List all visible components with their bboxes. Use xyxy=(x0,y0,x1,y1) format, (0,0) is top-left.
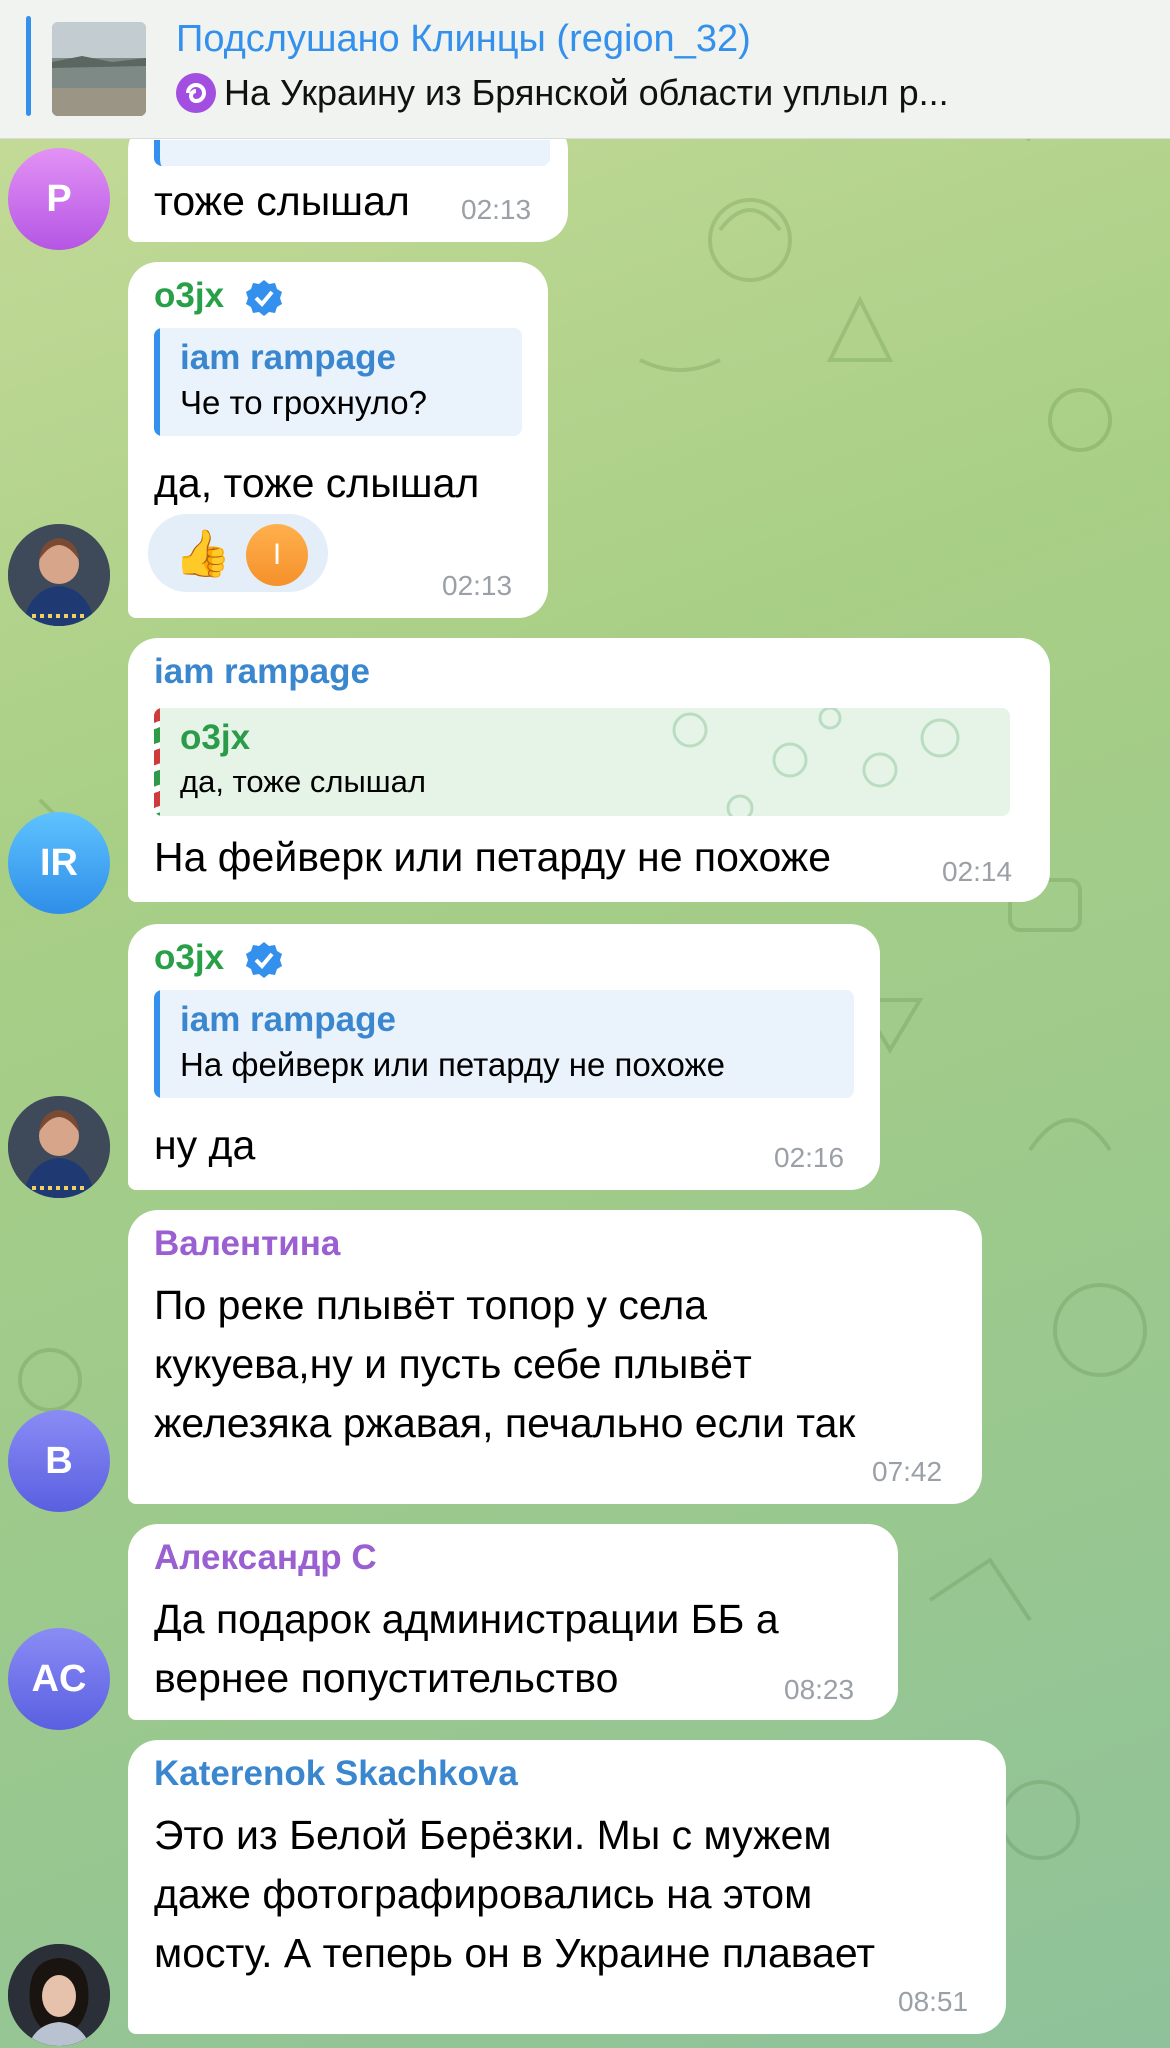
avatar[interactable]: B xyxy=(8,1410,110,1512)
reply-quote[interactable]: iam rampage На фейверк или петарду не по… xyxy=(154,990,854,1098)
message-time: 08:23 xyxy=(784,1674,855,1705)
pinned-thumbnail xyxy=(52,22,146,116)
message-bubble[interactable]: o3jx iam rampage На фейверк или петарду … xyxy=(128,924,880,1190)
message-line: Да подарок администрации ББ а xyxy=(154,1596,779,1642)
message-text: тоже слышал xyxy=(154,178,410,224)
avatar-initials: B xyxy=(45,1439,73,1482)
sender-name: Katerenok Skachkova xyxy=(154,1754,518,1793)
user-photo-icon xyxy=(8,1944,110,2046)
avatar[interactable]: P xyxy=(8,148,110,250)
reactions-bar[interactable]: 👍 I xyxy=(148,514,328,592)
message-line: даже фотографировались на этом xyxy=(154,1871,813,1917)
gas-mask-pattern-icon xyxy=(672,708,960,816)
avatar-initials: P xyxy=(46,177,72,220)
reactor-initial: I xyxy=(272,538,282,571)
reply-author: iam rampage xyxy=(180,338,396,377)
message-line: Это из Белой Берёзки. Мы с мужем xyxy=(154,1812,832,1858)
reply-text: На фейверк или петарду не похоже xyxy=(180,1046,725,1083)
message-line: кукуева,ну и пусть себе плывёт xyxy=(154,1341,752,1387)
avatar[interactable]: IR xyxy=(8,812,110,914)
message-text: По реке плывёт топор у села кукуева,ну и… xyxy=(154,1276,855,1453)
reactor-avatar[interactable]: I xyxy=(246,524,308,586)
sender-name-text: o3jx xyxy=(154,276,225,315)
channel-spiral-icon xyxy=(176,73,216,113)
thumbs-up-reaction-icon[interactable]: 👍 xyxy=(174,528,231,578)
pinned-channel-title: Подслушано Клинцы (region_32) xyxy=(176,18,751,60)
reply-quote[interactable]: iam rampage Че то грохнуло? xyxy=(154,328,522,436)
verified-badge-icon xyxy=(245,941,282,978)
reply-preview xyxy=(154,140,550,166)
message-time: 07:42 xyxy=(872,1456,943,1487)
message-bubble[interactable]: Валентина По реке плывёт топор у села ку… xyxy=(128,1210,982,1504)
sender-name: Валентина xyxy=(154,1224,341,1263)
message-text: Да подарок администрации ББ а вернее поп… xyxy=(154,1590,779,1708)
message-time: 08:51 xyxy=(898,1986,969,2017)
reply-quote[interactable]: o3jx да, тоже слышал xyxy=(154,708,1010,816)
avatar[interactable] xyxy=(8,1944,110,2046)
message-bubble[interactable]: iam rampage o3jx да, тоже слышал На фейв… xyxy=(128,638,1050,902)
message-line: мосту. А теперь он в Украине плавает xyxy=(154,1930,876,1976)
sender-name: o3jx xyxy=(154,276,284,318)
verified-badge-icon xyxy=(245,279,282,316)
message-line: По реке плывёт топор у села xyxy=(154,1282,708,1328)
message-bubble[interactable]: Александр С Да подарок администрации ББ … xyxy=(128,1524,898,1720)
message-line: железяка ржавая, печально если так xyxy=(154,1400,856,1446)
sender-name: Александр С xyxy=(154,1538,377,1577)
avatar[interactable] xyxy=(8,1096,110,1198)
user-photo-icon xyxy=(8,1096,110,1198)
message-time: 02:13 xyxy=(442,570,513,601)
sender-name-text: o3jx xyxy=(154,938,225,977)
message-time: 02:14 xyxy=(942,856,1013,887)
message-text: На фейверк или петарду не похоже xyxy=(154,834,832,880)
reply-text: да, тоже слышал xyxy=(180,764,426,799)
message-text: ну да xyxy=(154,1122,256,1168)
avatar-initials: AC xyxy=(31,1657,87,1700)
reply-text: Че то грохнуло? xyxy=(180,384,427,421)
avatar[interactable]: AC xyxy=(8,1628,110,1730)
avatar[interactable] xyxy=(8,524,110,626)
message-text: Это из Белой Берёзки. Мы с мужем даже фо… xyxy=(154,1806,875,1983)
pinned-indicator xyxy=(26,16,31,116)
message-bubble[interactable]: o3jx iam rampage Че то грохнуло? да, тож… xyxy=(128,262,548,618)
pinned-message-preview: На Украину из Брянской области уплыл р..… xyxy=(176,72,949,114)
message-bubble[interactable]: Katerenok Skachkova Это из Белой Берёзки… xyxy=(128,1740,1006,2034)
message-line: вернее попустительство xyxy=(154,1655,619,1701)
message-time: 02:13 xyxy=(461,194,532,225)
avatar-initials: IR xyxy=(40,841,78,884)
sender-name: iam rampage xyxy=(154,652,370,691)
reply-author: iam rampage xyxy=(180,1000,396,1039)
message-time: 02:16 xyxy=(774,1142,845,1173)
pinned-message-text: На Украину из Брянской области уплыл р..… xyxy=(224,72,949,113)
pinned-message-bar[interactable]: Подслушано Клинцы (region_32) На Украину… xyxy=(0,0,1170,139)
message-text: да, тоже слышал xyxy=(154,460,480,506)
user-photo-icon xyxy=(8,524,110,626)
sender-name: o3jx xyxy=(154,938,284,980)
reply-author: o3jx xyxy=(180,718,251,757)
